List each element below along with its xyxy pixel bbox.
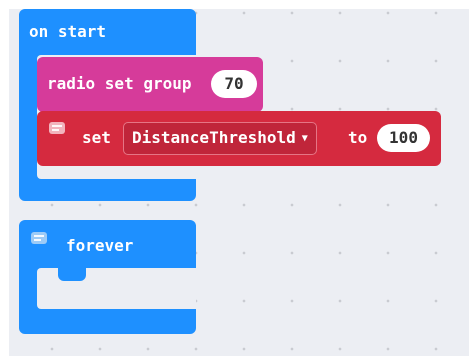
comment-icon[interactable] <box>31 232 47 244</box>
variable-dropdown[interactable]: DistanceThreshold ▼ <box>123 122 317 155</box>
radio-group-value-input[interactable]: 70 <box>211 70 257 98</box>
set-variable-block[interactable]: set DistanceThreshold ▼ to 100 <box>37 111 441 166</box>
variable-name: DistanceThreshold <box>132 128 296 147</box>
radio-set-group-block[interactable]: radio set group 70 <box>37 57 263 112</box>
radio-set-group-label: radio set group <box>47 74 192 93</box>
to-label: to <box>348 128 368 147</box>
forever-notch <box>58 268 86 281</box>
forever-label: forever <box>66 236 134 255</box>
set-value-input[interactable]: 100 <box>377 124 430 152</box>
on-start-label: on start <box>29 22 107 41</box>
comment-icon[interactable] <box>49 122 65 134</box>
caret-down-icon: ▼ <box>301 132 308 144</box>
set-label: set <box>82 128 111 147</box>
